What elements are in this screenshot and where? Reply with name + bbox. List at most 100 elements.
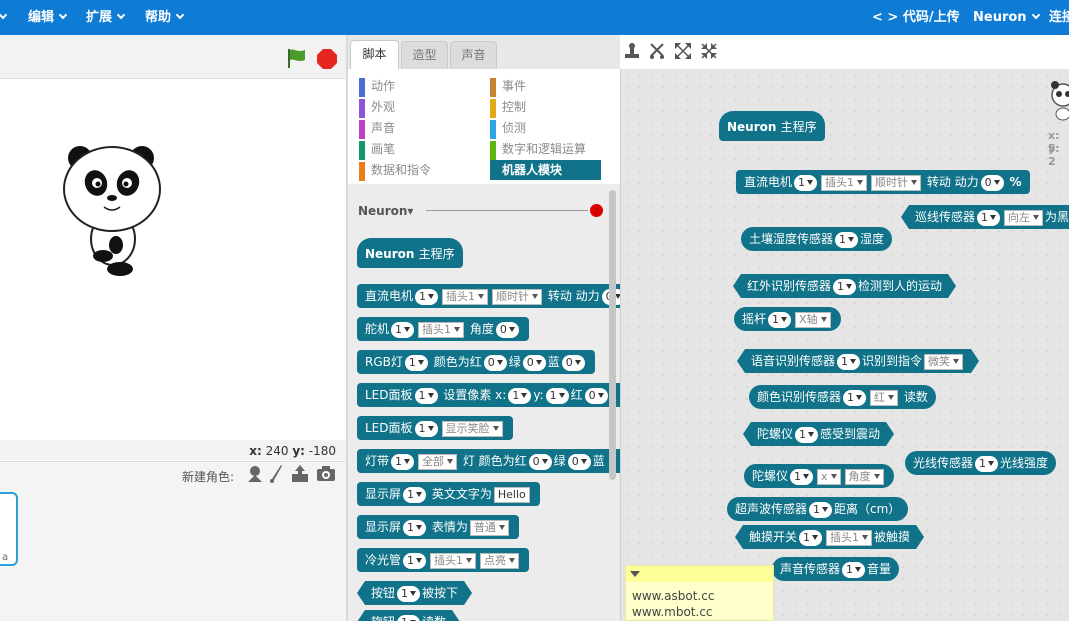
green-slot[interactable]: 0 bbox=[522, 354, 546, 371]
tab-script[interactable]: 脚本 bbox=[350, 40, 399, 69]
number-slot[interactable]: 1 bbox=[414, 420, 438, 437]
palette-servo-block[interactable]: 舵机 1 插头1 角度 0 bbox=[357, 317, 529, 341]
number-slot[interactable]: 1 bbox=[403, 519, 427, 536]
category-sound[interactable]: 声音 bbox=[359, 120, 395, 139]
angle-slot[interactable]: 0 bbox=[495, 321, 519, 338]
script-color-block[interactable]: 颜色识别传感器 1 红 读数 bbox=[749, 385, 936, 409]
collapse-triangle-icon[interactable] bbox=[630, 571, 640, 577]
device-menu[interactable]: Neuron bbox=[973, 0, 1040, 35]
script-sound-block[interactable]: 声音传感器 1 音量 bbox=[772, 557, 900, 581]
upload-icon[interactable] bbox=[290, 464, 310, 484]
number-slot[interactable]: 1 bbox=[975, 455, 999, 472]
port-dropdown[interactable]: 插头1 bbox=[430, 552, 477, 569]
state-dropdown[interactable]: 点亮 bbox=[480, 552, 520, 569]
sprite-thumbnail[interactable]: a bbox=[0, 492, 18, 566]
script-gyro-shake-block[interactable]: 陀螺仪 1 感受到震动 bbox=[743, 422, 894, 446]
x-slot[interactable]: 1 bbox=[508, 387, 532, 404]
script-light-block[interactable]: 光线传感器 1 光线强度 bbox=[905, 451, 1057, 475]
color-dropdown[interactable]: 红 bbox=[870, 389, 899, 406]
red-slot[interactable]: 0 bbox=[584, 387, 608, 404]
blue-slot[interactable]: 0 bbox=[561, 354, 585, 371]
green-slot[interactable]: 0 bbox=[567, 453, 591, 470]
port-dropdown[interactable]: 插头1 bbox=[821, 174, 868, 191]
number-slot[interactable]: 1 bbox=[842, 561, 866, 578]
palette-display-face-block[interactable]: 显示屏 1 表情为 普通 bbox=[357, 515, 519, 539]
axis-dropdown[interactable]: X轴 bbox=[795, 311, 831, 328]
axis-dropdown[interactable]: x bbox=[817, 468, 841, 485]
number-slot[interactable]: 1 bbox=[795, 427, 818, 443]
number-slot[interactable]: 1 bbox=[414, 387, 438, 404]
number-slot[interactable]: 1 bbox=[391, 453, 415, 470]
category-robots[interactable]: 机器人模块 bbox=[490, 160, 601, 180]
number-slot[interactable]: 1 bbox=[790, 468, 814, 485]
script-pir-block[interactable]: 红外识别传感器 1 检测到人的运动 bbox=[733, 274, 956, 298]
tab-costume[interactable]: 造型 bbox=[401, 41, 448, 69]
palette-scrollbar[interactable] bbox=[609, 190, 616, 480]
face-dropdown[interactable]: 显示笑脸 bbox=[441, 420, 503, 437]
direction-dropdown[interactable]: 顺时针 bbox=[492, 288, 543, 305]
power-slot[interactable]: 0 bbox=[980, 174, 1004, 191]
script-gyro-angle-block[interactable]: 陀螺仪 1 x 角度 bbox=[744, 464, 894, 488]
shrink-icon[interactable] bbox=[700, 42, 718, 60]
category-control[interactable]: 控制 bbox=[490, 99, 526, 118]
panda-sprite[interactable] bbox=[58, 141, 168, 281]
number-slot[interactable]: 1 bbox=[397, 615, 420, 621]
script-canvas[interactable]: x: 5 y: 2 Neuron 主程序 直流电机 1 插头1 顺时针 转动 动力 0 … bbox=[620, 69, 1069, 621]
number-slot[interactable]: 1 bbox=[977, 210, 1000, 226]
note-header[interactable] bbox=[626, 566, 773, 582]
port-dropdown[interactable]: 插头1 bbox=[826, 530, 872, 546]
port-dropdown[interactable]: 插头1 bbox=[418, 321, 465, 338]
grow-icon[interactable] bbox=[674, 42, 692, 60]
number-slot[interactable]: 1 bbox=[799, 530, 822, 546]
script-ultrasonic-block[interactable]: 超声波传感器 1 距离（cm） bbox=[727, 497, 909, 521]
number-slot[interactable]: 1 bbox=[833, 279, 856, 295]
category-events[interactable]: 事件 bbox=[490, 78, 526, 97]
camera-icon[interactable] bbox=[316, 465, 336, 483]
delete-scissors-icon[interactable] bbox=[648, 42, 666, 60]
duplicate-stamp-icon[interactable] bbox=[623, 42, 641, 60]
menu-edit[interactable]: 编辑 bbox=[28, 0, 68, 35]
command-dropdown[interactable]: 微笑 bbox=[924, 354, 963, 370]
number-slot[interactable]: 1 bbox=[837, 354, 860, 370]
red-slot[interactable]: 0 bbox=[528, 453, 552, 470]
script-voice-block[interactable]: 语音识别传感器 1 识别到指令 微笑 bbox=[737, 349, 979, 373]
number-slot[interactable]: 1 bbox=[835, 231, 859, 248]
device-selector[interactable]: Neuron▾ bbox=[358, 204, 413, 218]
palette-led-face-block[interactable]: LED面板 1 显示笑脸 bbox=[357, 416, 513, 440]
palette-led-pixel-block[interactable]: LED面板 1 设置像素 x: 1 y: 1 红 0 bbox=[357, 383, 620, 407]
category-looks[interactable]: 外观 bbox=[359, 99, 395, 118]
y-slot[interactable]: 1 bbox=[545, 387, 569, 404]
direction-dropdown[interactable]: 向左 bbox=[1004, 210, 1043, 226]
code-upload-button[interactable]: < > 代码/上传 bbox=[872, 0, 960, 35]
category-pen[interactable]: 画笔 bbox=[359, 141, 395, 160]
script-dc-motor-block[interactable]: 直流电机 1 插头1 顺时针 转动 动力 0 % bbox=[736, 170, 1030, 194]
direction-dropdown[interactable]: 顺时针 bbox=[871, 174, 922, 191]
text-input[interactable]: Hello bbox=[493, 486, 530, 503]
menu-help[interactable]: 帮助 bbox=[145, 0, 185, 35]
number-slot[interactable]: 1 bbox=[794, 174, 818, 191]
kind-dropdown[interactable]: 角度 bbox=[844, 468, 884, 485]
port-dropdown[interactable]: 插头1 bbox=[442, 288, 489, 305]
palette-button-block[interactable]: 按钮 1 被按下 bbox=[357, 581, 472, 605]
palette-knob-block[interactable]: 旋钮1读数 bbox=[357, 610, 460, 621]
palette-main-hat-block[interactable]: Neuron 主程序 bbox=[357, 238, 463, 268]
palette-display-text-block[interactable]: 显示屏 1 英文文字为 Hello bbox=[357, 482, 540, 506]
number-slot[interactable]: 1 bbox=[404, 354, 428, 371]
number-slot[interactable]: 1 bbox=[768, 311, 792, 328]
sprite-library-icon[interactable] bbox=[246, 464, 264, 484]
script-line-follow-block[interactable]: 巡线传感器 1 向左 为黑 bbox=[901, 205, 1069, 229]
green-flag-icon[interactable] bbox=[285, 47, 307, 69]
category-sensing[interactable]: 侦测 bbox=[490, 120, 526, 139]
stop-icon[interactable] bbox=[316, 48, 338, 70]
script-soil-block[interactable]: 土壤湿度传感器 1 湿度 bbox=[741, 227, 893, 251]
number-slot[interactable]: 1 bbox=[809, 501, 833, 518]
connect-menu[interactable]: 连接 bbox=[1049, 0, 1069, 35]
script-main-hat-block[interactable]: Neuron 主程序 bbox=[719, 111, 825, 141]
number-slot[interactable]: 1 bbox=[403, 486, 427, 503]
palette-rgb-block[interactable]: RGB灯 1 颜色为红 0 绿 0 蓝 0 bbox=[357, 350, 595, 374]
palette-strip-block[interactable]: 灯带 1 全部 灯 颜色为红 0 绿 0 蓝 bbox=[357, 449, 620, 473]
palette-dc-motor-block[interactable]: 直流电机1插头1顺时针 转动 动力0 bbox=[357, 284, 620, 308]
stage-canvas[interactable] bbox=[0, 79, 346, 439]
red-slot[interactable]: 0 bbox=[483, 354, 507, 371]
number-slot[interactable]: 1 bbox=[415, 288, 439, 305]
